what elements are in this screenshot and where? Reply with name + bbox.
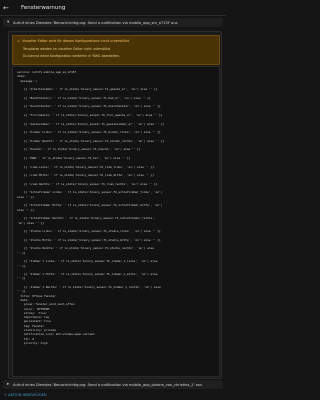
code-line: {{ 'HWR: ' if is_state('binary_sensor.fk… [17,156,131,160]
code-line: {{ 'Arbeitszimmer: ' if is_state('binary… [17,87,158,92]
code-line: else '' }} [17,207,34,212]
code-line: '' }} [17,250,26,255]
code-line: message: > [17,78,38,83]
warning-title: ⚠ Visueller Editor wird für diesen Konfig… [17,39,129,43]
code-line: {{ 'Studio Mitte: ' if is_state('binary_… [17,237,161,242]
action-editor-card: ⚠ Visueller Editor wird für diesen Konfig… [8,31,222,379]
top-bar: ← Fensterwarnung [0,0,226,15]
code-line: {{ 'Schlafzimmer Links: ' if is_state('b… [17,190,163,195]
page-title: Fensterwarnung [21,4,66,11]
code-line: '' }} [17,276,26,281]
code-line: {{ 'Zimmer 1 Rechts: ' if is_state('bina… [17,285,161,289]
action-row-notify-iphone[interactable]: ▸ Aufruf eines Dienstes 'Benachrichtigun… [3,380,223,389]
code-line: {{ 'Liam Rechts: ' if is_state('binary_s… [17,181,158,186]
code-line: {{ 'Schlafzimmer Mitte: ' if is_state('b… [17,203,163,208]
action-row-label: Aufruf eines Dienstes 'Benachrichtigung:… [13,20,178,25]
code-line: {{ 'Liam Mitte: ' if is_state('binary_se… [17,173,154,178]
code-line: {{ 'Kueche: ' if is_state('binary_sensor… [17,147,141,152]
code-line: {{ 'Flur(Gaste): ' if is_state('binary_s… [17,113,163,117]
action-row-label: Aufruf eines Dienstes 'Benachrichtigung:… [13,382,203,387]
add-action-button[interactable]: + AKTION HINZUFÜGEN [4,393,47,397]
divider [0,15,226,16]
warning-hint: Du kannst deine Konfiguration weiterhin … [23,54,120,58]
code-line: {{ 'Studio Links: ' if is_state('binary_… [17,229,161,234]
code-line: else '' }} [17,194,34,199]
warning-detail: Templates werden im visuellen Editor nic… [23,47,111,51]
action-row-notify-sm-a715f[interactable]: ▾ Aufruf eines Dienstes 'Benachrichtigun… [3,18,223,27]
back-arrow-icon[interactable]: ← [3,4,13,12]
code-line: '' }} [17,263,26,268]
warning-icon: ⚠ [17,39,21,43]
code-line: {{ 'Gastezimmer: ' if is_state('binary_s… [17,121,165,126]
code-line: {{ 'Duschfenster: ' if is_state('binary_… [17,104,161,109]
yaml-code-editor[interactable]: service: notify.mobile_app_sm_a715f data:… [12,66,220,377]
yaml-warning-banner: ⚠ Visueller Editor wird für diesen Konfig… [12,35,220,65]
code-line: {{ 'Zimmer 1 Links: ' if is_state('binar… [17,259,158,264]
code-line: {{ 'Zimmer 1 Mitte: ' if is_state('binar… [17,272,158,277]
code-line: {{ 'Kinder Rechts: ' if is_state('binary… [17,138,165,143]
code-line: {{ 'Liam Links: ' if is_state('binary_se… [17,164,154,169]
warning-title-text: Visueller Editor wird für diesen Konfigu… [22,39,129,43]
code-line: {{ 'Kinder Links: ' if is_state('binary_… [17,130,161,135]
code-line: priority: high [17,340,48,345]
code-line: 'on') else '' }} [17,220,45,225]
code-line: service: notify.mobile_app_sm_a715f [17,70,77,74]
code-line: {{ 'Bad(Fenster): ' if is_state('binary_… [17,95,151,100]
code-line: {{ 'Studio Rechts: ' if is_state('binary… [17,246,154,251]
